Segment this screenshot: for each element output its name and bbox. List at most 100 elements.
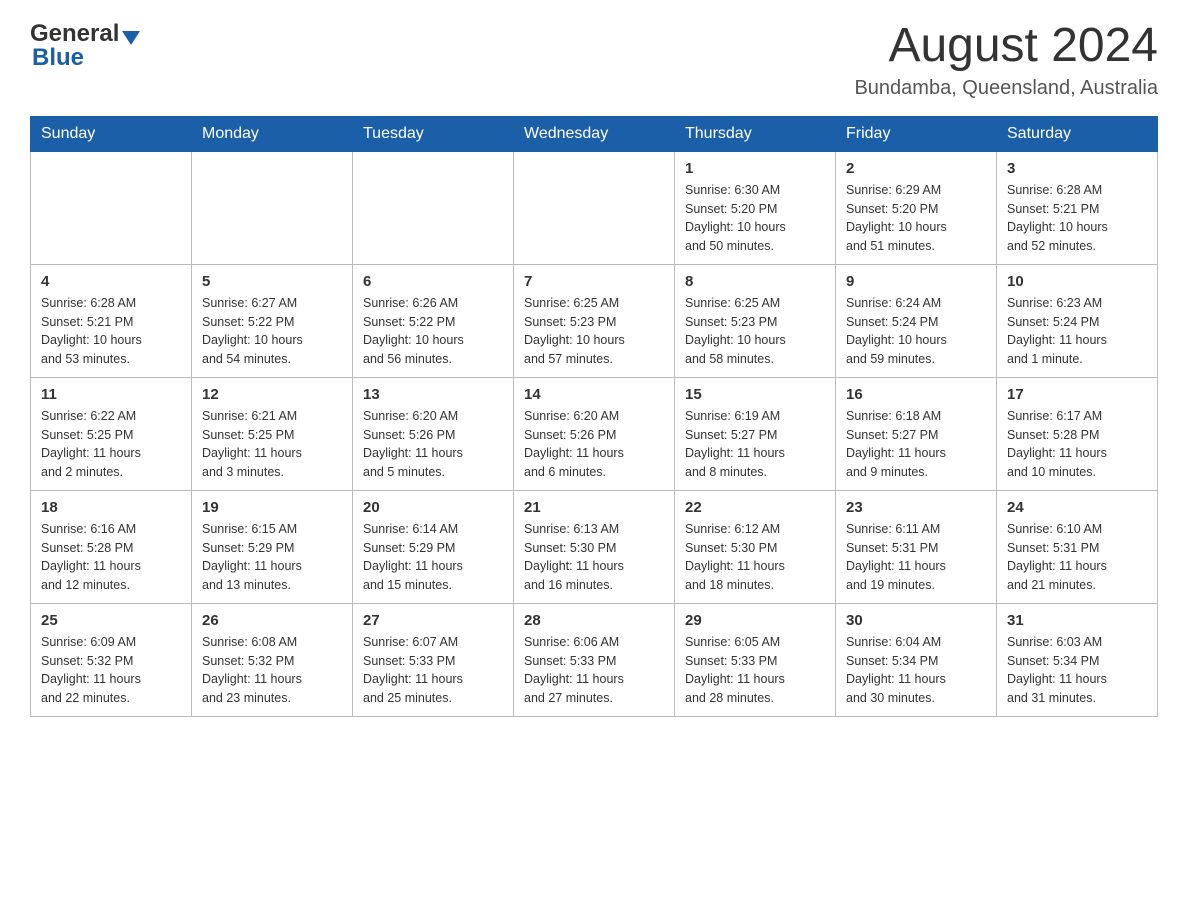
day-info: Sunrise: 6:14 AM Sunset: 5:29 PM Dayligh… [363,520,503,595]
day-info: Sunrise: 6:08 AM Sunset: 5:32 PM Dayligh… [202,633,342,708]
calendar-cell: 28 Sunrise: 6:06 AM Sunset: 5:33 PM Dayli… [514,603,675,716]
day-number: 28 [524,612,664,629]
page-header: General Blue August 2024 Bundamba, Queen… [30,20,1158,100]
day-info: Sunrise: 6:20 AM Sunset: 5:26 PM Dayligh… [524,407,664,482]
day-number: 25 [41,612,181,629]
day-number: 23 [846,499,986,516]
day-number: 8 [685,273,825,290]
day-info: Sunrise: 6:29 AM Sunset: 5:20 PM Dayligh… [846,181,986,256]
day-info: Sunrise: 6:21 AM Sunset: 5:25 PM Dayligh… [202,407,342,482]
day-info: Sunrise: 6:23 AM Sunset: 5:24 PM Dayligh… [1007,294,1147,369]
day-number: 19 [202,499,342,516]
day-number: 4 [41,273,181,290]
calendar-cell: 29 Sunrise: 6:05 AM Sunset: 5:33 PM Dayli… [675,603,836,716]
day-number: 20 [363,499,503,516]
calendar-cell: 8Sunrise: 6:25 AM Sunset: 5:23 PM Daylig… [675,264,836,377]
day-info: Sunrise: 6:07 AM Sunset: 5:33 PM Dayligh… [363,633,503,708]
day-number: 24 [1007,499,1147,516]
month-title: August 2024 [854,20,1158,73]
calendar-cell: 4 Sunrise: 6:28 AM Sunset: 5:21 PM Daylig… [31,264,192,377]
calendar-cell: 30 Sunrise: 6:04 AM Sunset: 5:34 PM Dayli… [836,603,997,716]
calendar-cell: 3 Sunrise: 6:28 AM Sunset: 5:21 PM Daylig… [997,151,1158,264]
day-number: 31 [1007,612,1147,629]
day-number: 2 [846,160,986,177]
calendar-day-header: Tuesday [353,116,514,151]
day-number: 5 [202,273,342,290]
location-text: Bundamba, Queensland, Australia [854,77,1158,100]
day-number: 15 [685,386,825,403]
day-number: 30 [846,612,986,629]
day-number: 10 [1007,273,1147,290]
day-number: 17 [1007,386,1147,403]
logo-blue-text: Blue [32,44,84,72]
title-section: August 2024 Bundamba, Queensland, Austra… [854,20,1158,100]
calendar-cell: 19 Sunrise: 6:15 AM Sunset: 5:29 PM Dayli… [192,490,353,603]
day-info: Sunrise: 6:15 AM Sunset: 5:29 PM Dayligh… [202,520,342,595]
day-number: 9 [846,273,986,290]
day-number: 18 [41,499,181,516]
calendar-cell [192,151,353,264]
calendar-week-row: 4 Sunrise: 6:28 AM Sunset: 5:21 PM Daylig… [31,264,1158,377]
calendar-week-row: 18 Sunrise: 6:16 AM Sunset: 5:28 PM Dayli… [31,490,1158,603]
day-number: 6 [363,273,503,290]
day-info: Sunrise: 6:04 AM Sunset: 5:34 PM Dayligh… [846,633,986,708]
calendar-day-header: Wednesday [514,116,675,151]
calendar-cell [31,151,192,264]
calendar-day-header: Sunday [31,116,192,151]
calendar-cell: 11 Sunrise: 6:22 AM Sunset: 5:25 PM Dayli… [31,377,192,490]
day-info: Sunrise: 6:30 AM Sunset: 5:20 PM Dayligh… [685,181,825,256]
day-info: Sunrise: 6:28 AM Sunset: 5:21 PM Dayligh… [41,294,181,369]
calendar-table: SundayMondayTuesdayWednesdayThursdayFrid… [30,116,1158,717]
calendar-cell [353,151,514,264]
calendar-cell: 17 Sunrise: 6:17 AM Sunset: 5:28 PM Dayli… [997,377,1158,490]
day-number: 14 [524,386,664,403]
calendar-cell: 20 Sunrise: 6:14 AM Sunset: 5:29 PM Dayli… [353,490,514,603]
day-info: Sunrise: 6:19 AM Sunset: 5:27 PM Dayligh… [685,407,825,482]
calendar-week-row: 25 Sunrise: 6:09 AM Sunset: 5:32 PM Dayli… [31,603,1158,716]
day-number: 11 [41,386,181,403]
day-number: 29 [685,612,825,629]
day-number: 16 [846,386,986,403]
day-number: 3 [1007,160,1147,177]
calendar-cell: 12 Sunrise: 6:21 AM Sunset: 5:25 PM Dayli… [192,377,353,490]
calendar-cell: 13Sunrise: 6:20 AM Sunset: 5:26 PM Dayli… [353,377,514,490]
day-info: Sunrise: 6:22 AM Sunset: 5:25 PM Dayligh… [41,407,181,482]
calendar-header-row: SundayMondayTuesdayWednesdayThursdayFrid… [31,116,1158,151]
calendar-week-row: 11 Sunrise: 6:22 AM Sunset: 5:25 PM Dayli… [31,377,1158,490]
day-info: Sunrise: 6:13 AM Sunset: 5:30 PM Dayligh… [524,520,664,595]
calendar-cell: 10 Sunrise: 6:23 AM Sunset: 5:24 PM Dayli… [997,264,1158,377]
day-number: 12 [202,386,342,403]
logo: General Blue [30,20,140,72]
day-number: 21 [524,499,664,516]
calendar-cell: 26 Sunrise: 6:08 AM Sunset: 5:32 PM Dayli… [192,603,353,716]
calendar-week-row: 1 Sunrise: 6:30 AM Sunset: 5:20 PM Daylig… [31,151,1158,264]
calendar-cell: 7Sunrise: 6:25 AM Sunset: 5:23 PM Daylig… [514,264,675,377]
day-info: Sunrise: 6:27 AM Sunset: 5:22 PM Dayligh… [202,294,342,369]
calendar-cell: 21 Sunrise: 6:13 AM Sunset: 5:30 PM Dayli… [514,490,675,603]
calendar-day-header: Monday [192,116,353,151]
day-number: 26 [202,612,342,629]
day-info: Sunrise: 6:17 AM Sunset: 5:28 PM Dayligh… [1007,407,1147,482]
day-number: 27 [363,612,503,629]
day-info: Sunrise: 6:05 AM Sunset: 5:33 PM Dayligh… [685,633,825,708]
day-info: Sunrise: 6:06 AM Sunset: 5:33 PM Dayligh… [524,633,664,708]
calendar-cell: 18 Sunrise: 6:16 AM Sunset: 5:28 PM Dayli… [31,490,192,603]
calendar-cell [514,151,675,264]
calendar-cell: 14 Sunrise: 6:20 AM Sunset: 5:26 PM Dayli… [514,377,675,490]
day-number: 1 [685,160,825,177]
calendar-day-header: Thursday [675,116,836,151]
calendar-cell: 24 Sunrise: 6:10 AM Sunset: 5:31 PM Dayli… [997,490,1158,603]
day-info: Sunrise: 6:10 AM Sunset: 5:31 PM Dayligh… [1007,520,1147,595]
day-info: Sunrise: 6:09 AM Sunset: 5:32 PM Dayligh… [41,633,181,708]
logo-triangle-icon [122,31,140,45]
day-info: Sunrise: 6:16 AM Sunset: 5:28 PM Dayligh… [41,520,181,595]
day-info: Sunrise: 6:18 AM Sunset: 5:27 PM Dayligh… [846,407,986,482]
calendar-cell: 22Sunrise: 6:12 AM Sunset: 5:30 PM Dayli… [675,490,836,603]
day-info: Sunrise: 6:28 AM Sunset: 5:21 PM Dayligh… [1007,181,1147,256]
day-info: Sunrise: 6:26 AM Sunset: 5:22 PM Dayligh… [363,294,503,369]
day-number: 13 [363,386,503,403]
calendar-cell: 6 Sunrise: 6:26 AM Sunset: 5:22 PM Daylig… [353,264,514,377]
day-info: Sunrise: 6:03 AM Sunset: 5:34 PM Dayligh… [1007,633,1147,708]
calendar-cell: 9Sunrise: 6:24 AM Sunset: 5:24 PM Daylig… [836,264,997,377]
day-info: Sunrise: 6:25 AM Sunset: 5:23 PM Dayligh… [524,294,664,369]
